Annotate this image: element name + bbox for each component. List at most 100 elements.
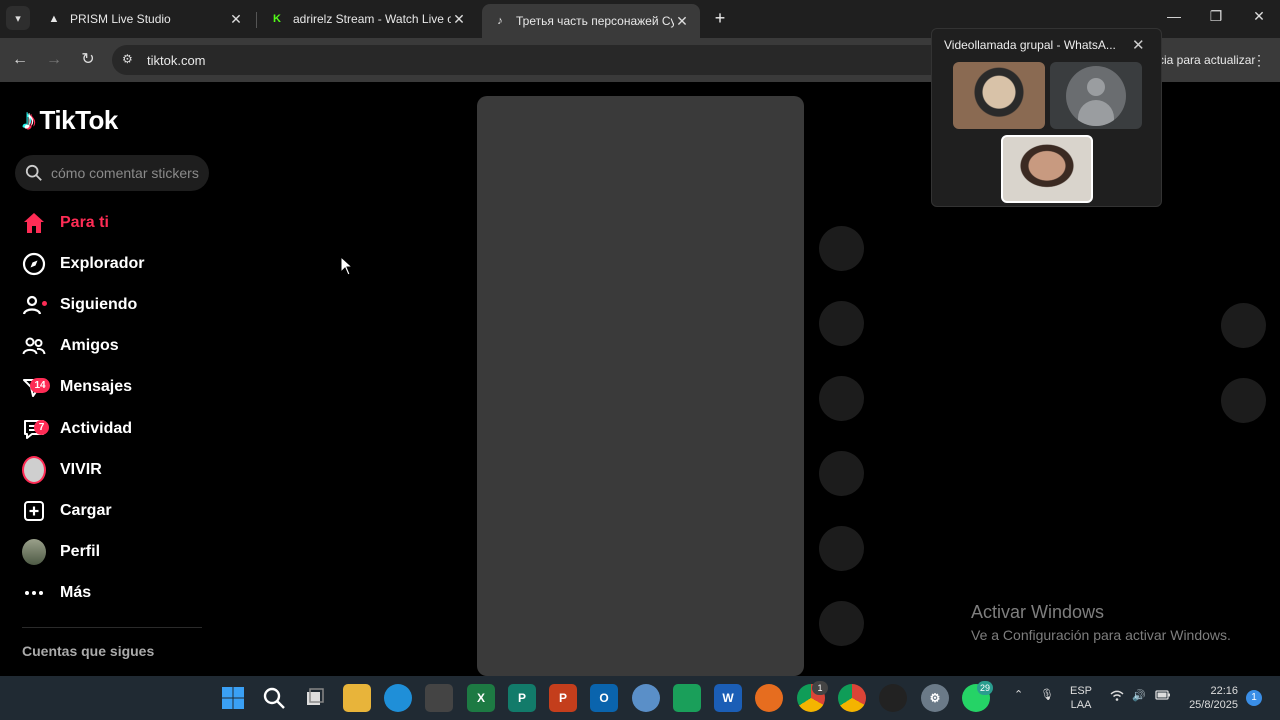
back-button[interactable]: ←: [8, 48, 32, 72]
sidebar-item-label: Amigos: [60, 337, 119, 355]
sidebar-item-vivir[interactable]: VIVIR: [22, 449, 212, 490]
creator-avatar-button[interactable]: [819, 226, 864, 271]
tab-separator: [256, 12, 257, 28]
sidebar-item-explorador[interactable]: Explorador: [22, 243, 212, 284]
messages-badge: 14: [30, 378, 50, 394]
close-tab-icon[interactable]: ✕: [674, 13, 690, 30]
search-input[interactable]: [51, 165, 201, 181]
close-tab-icon[interactable]: ✕: [228, 11, 244, 28]
restore-button[interactable]: ❐: [1206, 8, 1226, 28]
sidebar-item-cargar[interactable]: Cargar: [22, 490, 212, 531]
sidebar-item-label: VIVIR: [60, 460, 102, 478]
search-icon: [25, 164, 42, 181]
obs-icon[interactable]: [879, 684, 907, 712]
more-icon: [22, 581, 46, 605]
following-accounts-title: Cuentas que sigues: [22, 643, 155, 659]
site-info-icon[interactable]: ⚙: [122, 52, 138, 68]
wifi-icon[interactable]: [1110, 690, 1124, 705]
tiktok-icon: ♪: [497, 15, 503, 27]
bookmark-button[interactable]: [819, 451, 864, 496]
system-clock[interactable]: 22:16 25/8/2025: [1180, 684, 1238, 712]
task-view-icon[interactable]: [301, 684, 329, 712]
windows-taskbar: X P P O W 1 ⚙ 29 ⌃ 🎙 ESP LAA 🔊 22:16 25/…: [0, 676, 1280, 720]
video-player[interactable]: [477, 96, 804, 676]
notification-center-badge[interactable]: 1: [1246, 690, 1262, 706]
chevron-up-icon[interactable]: ⌃: [1014, 688, 1023, 701]
comment-button[interactable]: [819, 376, 864, 421]
sidebar-item-mas[interactable]: Más: [22, 573, 212, 614]
mouse-cursor-icon: [340, 256, 354, 276]
volume-icon[interactable]: 🔊: [1132, 689, 1146, 702]
green-app-icon[interactable]: [673, 684, 701, 712]
participant-video-1[interactable]: [953, 62, 1045, 129]
prism-icon: ▲: [48, 13, 60, 25]
logo-text: TikTok: [39, 104, 119, 135]
tab-tiktok[interactable]: ♪ Третья часть персонажей Сум ✕: [482, 4, 700, 38]
sidebar-item-siguiendo[interactable]: Siguiendo: [22, 284, 212, 325]
previous-video-button[interactable]: [1221, 303, 1266, 348]
sidebar-item-actividad[interactable]: 7 Actividad: [22, 408, 212, 449]
settings-gear-icon[interactable]: ⚙: [921, 684, 949, 712]
language-indicator[interactable]: ESP LAA: [1070, 684, 1092, 712]
tab-search-button[interactable]: ▾: [6, 6, 30, 30]
clock-time: 22:16: [1210, 685, 1238, 697]
close-icon[interactable]: ✕: [1132, 36, 1145, 54]
tiktok-logo[interactable]: ♪ TikTok: [22, 104, 118, 136]
sidebar-item-amigos[interactable]: Amigos: [22, 326, 212, 367]
activity-icon: 7: [22, 417, 49, 441]
sidebar-nav: Para ti Explorador Siguiendo Amigos 14 M…: [22, 202, 212, 614]
clock-date: 25/8/2025: [1189, 699, 1238, 711]
firefox-icon[interactable]: [755, 684, 783, 712]
browser-menu-icon[interactable]: ⋮: [1252, 52, 1266, 69]
microphone-icon[interactable]: 🎙: [1040, 688, 1054, 701]
forward-button[interactable]: →: [42, 48, 66, 72]
file-explorer-icon[interactable]: [343, 684, 371, 712]
search-box[interactable]: [15, 155, 209, 191]
next-video-button[interactable]: [1221, 378, 1266, 423]
participant-placeholder[interactable]: [1050, 62, 1142, 129]
sidebar-item-label: Mensajes: [60, 378, 133, 396]
sidebar-divider: [22, 627, 202, 628]
outlook-icon[interactable]: O: [590, 684, 618, 712]
sidebar-item-perfil[interactable]: Perfil: [22, 532, 212, 573]
friends-icon: [22, 334, 46, 358]
sidebar-item-label: Explorador: [60, 254, 145, 272]
like-button[interactable]: [819, 301, 864, 346]
update-chrome-button[interactable]: cia para actualizar: [1158, 45, 1266, 75]
whatsapp-call-window[interactable]: Videollamada grupal - WhatsA... ✕: [931, 28, 1162, 207]
excel-icon[interactable]: X: [467, 684, 495, 712]
powerpoint-icon[interactable]: P: [549, 684, 577, 712]
reload-button[interactable]: ↻: [76, 48, 100, 72]
sidebar-item-mensajes[interactable]: 14 Mensajes: [22, 367, 212, 408]
windows-start-icon[interactable]: [219, 684, 247, 712]
publisher-icon[interactable]: P: [508, 684, 536, 712]
minimize-button[interactable]: —: [1164, 8, 1184, 28]
tab-title: Третья часть персонажей Сум: [516, 14, 674, 28]
word-icon[interactable]: W: [714, 684, 742, 712]
sidebar-item-para-ti[interactable]: Para ti: [22, 202, 212, 243]
sound-button[interactable]: [819, 601, 864, 646]
chrome-profile-icon[interactable]: [838, 684, 866, 712]
tab-kick[interactable]: K adrirelz Stream - Watch Live on ✕: [259, 4, 477, 34]
new-tab-button[interactable]: +: [710, 8, 730, 28]
self-video[interactable]: [1001, 135, 1093, 203]
app-icon[interactable]: [632, 684, 660, 712]
tiktok-logo-icon: ♪: [22, 104, 36, 135]
notification-dot: [42, 300, 47, 306]
close-window-button[interactable]: ✕: [1249, 8, 1269, 28]
upload-icon: [22, 499, 46, 523]
store-icon[interactable]: [425, 684, 453, 712]
tab-prism[interactable]: ▲ PRISM Live Studio ✕: [36, 4, 254, 34]
search-icon[interactable]: [260, 684, 288, 712]
close-tab-icon[interactable]: ✕: [451, 11, 467, 28]
following-icon: [22, 293, 47, 317]
whatsapp-call-title: Videollamada grupal - WhatsA...: [944, 38, 1116, 52]
edge-icon[interactable]: [384, 684, 412, 712]
messages-icon: 14: [22, 375, 50, 399]
sidebar-item-label: Más: [60, 584, 92, 602]
tab-title: adrirelz Stream - Watch Live on: [293, 12, 451, 26]
url-text: tiktok.com: [147, 53, 206, 68]
sidebar-item-label: Siguiendo: [60, 295, 138, 313]
share-button[interactable]: [819, 526, 864, 571]
battery-icon[interactable]: [1155, 689, 1171, 704]
